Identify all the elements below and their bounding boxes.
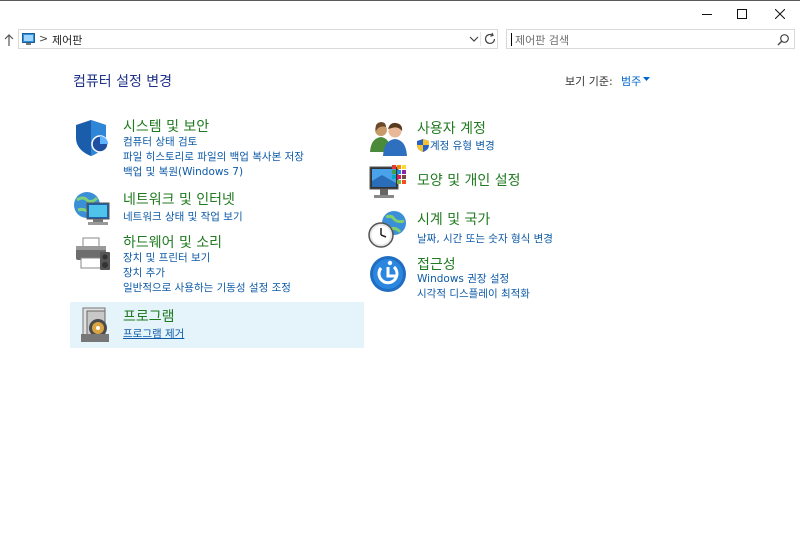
link-date-time-format[interactable]: 날짜, 시간 또는 숫자 형식 변경 — [417, 231, 553, 246]
page-title: 컴퓨터 설정 변경 — [73, 74, 173, 90]
network-icon — [74, 192, 110, 225]
refresh-icon[interactable] — [483, 32, 497, 46]
search-box[interactable]: 제어판 검색 — [506, 29, 795, 49]
minimize-button[interactable] — [687, 1, 727, 27]
minimize-icon — [702, 14, 712, 15]
category-heading[interactable]: 하드웨어 및 소리 — [123, 232, 222, 252]
chevron-down-icon[interactable] — [468, 33, 480, 45]
link-change-account-type[interactable]: 계정 유형 변경 — [430, 138, 495, 153]
link-backup-restore[interactable]: 백업 및 복원(Windows 7) — [123, 164, 243, 179]
category-hardware-sound: 하드웨어 및 소리 장치 및 프린터 보기 장치 추가 일반적으로 사용하는 기… — [73, 232, 363, 296]
close-button[interactable] — [760, 1, 800, 27]
display-icon — [369, 165, 406, 198]
category-clock-region: 시계 및 국가 날짜, 시간 또는 숫자 형식 변경 — [368, 209, 648, 249]
up-arrow-icon[interactable] — [3, 33, 15, 47]
link-mobility-settings[interactable]: 일반적으로 사용하는 기동성 설정 조정 — [123, 280, 291, 295]
uac-shield-icon — [417, 139, 429, 152]
category-heading[interactable]: 모양 및 개인 설정 — [417, 170, 521, 190]
address-bar[interactable]: > 제어판 — [18, 29, 498, 49]
breadcrumb-control-panel[interactable]: 제어판 — [52, 32, 82, 48]
category-heading[interactable]: 프로그램 — [123, 306, 175, 326]
category-heading[interactable]: 시계 및 국가 — [417, 209, 490, 229]
maximize-icon — [737, 9, 747, 19]
category-system-security: 시스템 및 보안 컴퓨터 상태 검토 파일 히스토리로 파일의 백업 복사본 저… — [73, 116, 353, 186]
close-icon — [775, 9, 785, 19]
programs-icon — [81, 307, 109, 342]
view-by-label: 보기 기준: — [565, 75, 613, 88]
category-heading[interactable]: 사용자 계정 — [417, 118, 486, 138]
link-optimize-display[interactable]: 시각적 디스플레이 최적화 — [417, 286, 530, 301]
dropdown-arrow-icon[interactable] — [643, 77, 650, 82]
link-network-status[interactable]: 네트워크 상태 및 작업 보기 — [123, 209, 243, 224]
category-user-accounts: 사용자 계정 계정 유형 변경 — [368, 118, 648, 158]
link-windows-recommended[interactable]: Windows 권장 설정 — [417, 271, 509, 286]
shield-icon — [76, 120, 109, 156]
search-icon[interactable] — [777, 33, 790, 46]
maximize-button[interactable] — [722, 1, 762, 27]
breadcrumb-separator: > — [39, 32, 49, 45]
printer-icon — [76, 237, 110, 270]
search-placeholder: 제어판 검색 — [515, 34, 570, 47]
control-panel-icon — [22, 33, 35, 45]
category-heading[interactable]: 시스템 및 보안 — [123, 116, 209, 136]
category-network: 네트워크 및 인터넷 네트워크 상태 및 작업 보기 — [73, 189, 353, 229]
link-file-history[interactable]: 파일 히스토리로 파일의 백업 복사본 저장 — [123, 149, 304, 164]
category-programs: 프로그램 프로그램 제거 — [73, 306, 353, 346]
link-devices-printers[interactable]: 장치 및 프린터 보기 — [123, 250, 210, 265]
window-top-border — [0, 0, 800, 1]
view-by-dropdown[interactable]: 범주 — [621, 73, 641, 89]
link-review-status[interactable]: 컴퓨터 상태 검토 — [123, 134, 197, 149]
category-ease-of-access: 접근성 Windows 권장 설정 시각적 디스플레이 최적화 — [368, 254, 648, 304]
link-uninstall-program[interactable]: 프로그램 제거 — [123, 326, 184, 341]
category-heading[interactable]: 네트워크 및 인터넷 — [123, 189, 235, 209]
users-icon — [370, 122, 407, 156]
clock-globe-icon — [368, 211, 406, 248]
text-caret — [511, 33, 512, 46]
link-add-device[interactable]: 장치 추가 — [123, 265, 165, 280]
category-appearance: 모양 및 개인 설정 — [368, 163, 648, 203]
divider — [480, 32, 481, 46]
ease-of-access-icon — [370, 256, 406, 292]
